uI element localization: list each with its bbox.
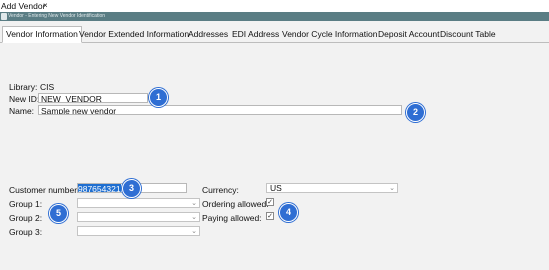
ordering-allowed-label: Ordering allowed: [202,199,269,209]
chevron-down-icon: ⌄ [191,200,197,207]
callout-badge-1: 1 [149,88,168,107]
tab-vendor-extended-information[interactable]: Vendor Extended Information [79,27,189,41]
group1-select[interactable]: ⌄ [77,198,200,208]
tab-bar: Vendor Information Vendor Extended Infor… [0,26,549,43]
callout-badge-4: 4 [279,203,298,222]
new-id-label: New ID: [9,94,40,104]
window-subtitle-bar: Vendor - Entering New Vendor Identificat… [0,12,549,21]
currency-value: US [270,183,282,193]
tab-vendor-cycle-information[interactable]: Vendor Cycle Information [282,27,377,41]
callout-badge-3: 3 [122,179,141,198]
library-value: CIS [40,82,55,92]
window-tab[interactable]: Add Vendor × [0,0,549,12]
chevron-down-icon: ⌄ [389,185,395,192]
currency-select[interactable]: US ⌄ [266,183,398,193]
close-icon[interactable]: × [43,1,48,10]
callout-badge-5: 5 [49,204,68,223]
new-id-field[interactable]: NEW_VENDOR [38,93,148,103]
chevron-down-icon: ⌄ [191,228,197,235]
tab-addresses[interactable]: Addresses [188,27,228,41]
paying-allowed-checkbox[interactable]: ✓ [266,212,274,220]
customer-number-label: Customer number: [9,185,80,195]
name-label: Name: [9,106,35,116]
tab-discount-table[interactable]: Discount Table [440,27,496,41]
library-label: Library: [9,82,38,92]
ordering-allowed-checkbox[interactable]: ✓ [266,198,274,206]
chevron-down-icon: ⌄ [191,214,197,221]
window-subtitle: Vendor - Entering New Vendor Identificat… [8,13,106,19]
tab-vendor-information[interactable]: Vendor Information [2,26,82,43]
app-icon [1,13,7,20]
customer-number-selected-text: 987654321 [78,184,121,193]
window-tab-title: Add Vendor [1,1,46,11]
tab-edi-address[interactable]: EDI Address [232,27,279,41]
group1-label: Group 1: [9,199,43,209]
callout-badge-2: 2 [406,103,425,122]
group2-label: Group 2: [9,213,43,223]
paying-allowed-label: Paying allowed: [202,213,262,223]
group3-label: Group 3: [9,227,43,237]
name-field[interactable]: Sample new vendor [38,105,402,115]
group3-select[interactable]: ⌄ [77,226,200,236]
group2-select[interactable]: ⌄ [77,212,200,222]
currency-label: Currency: [202,185,239,195]
tab-deposit-account[interactable]: Deposit Account [378,27,439,41]
